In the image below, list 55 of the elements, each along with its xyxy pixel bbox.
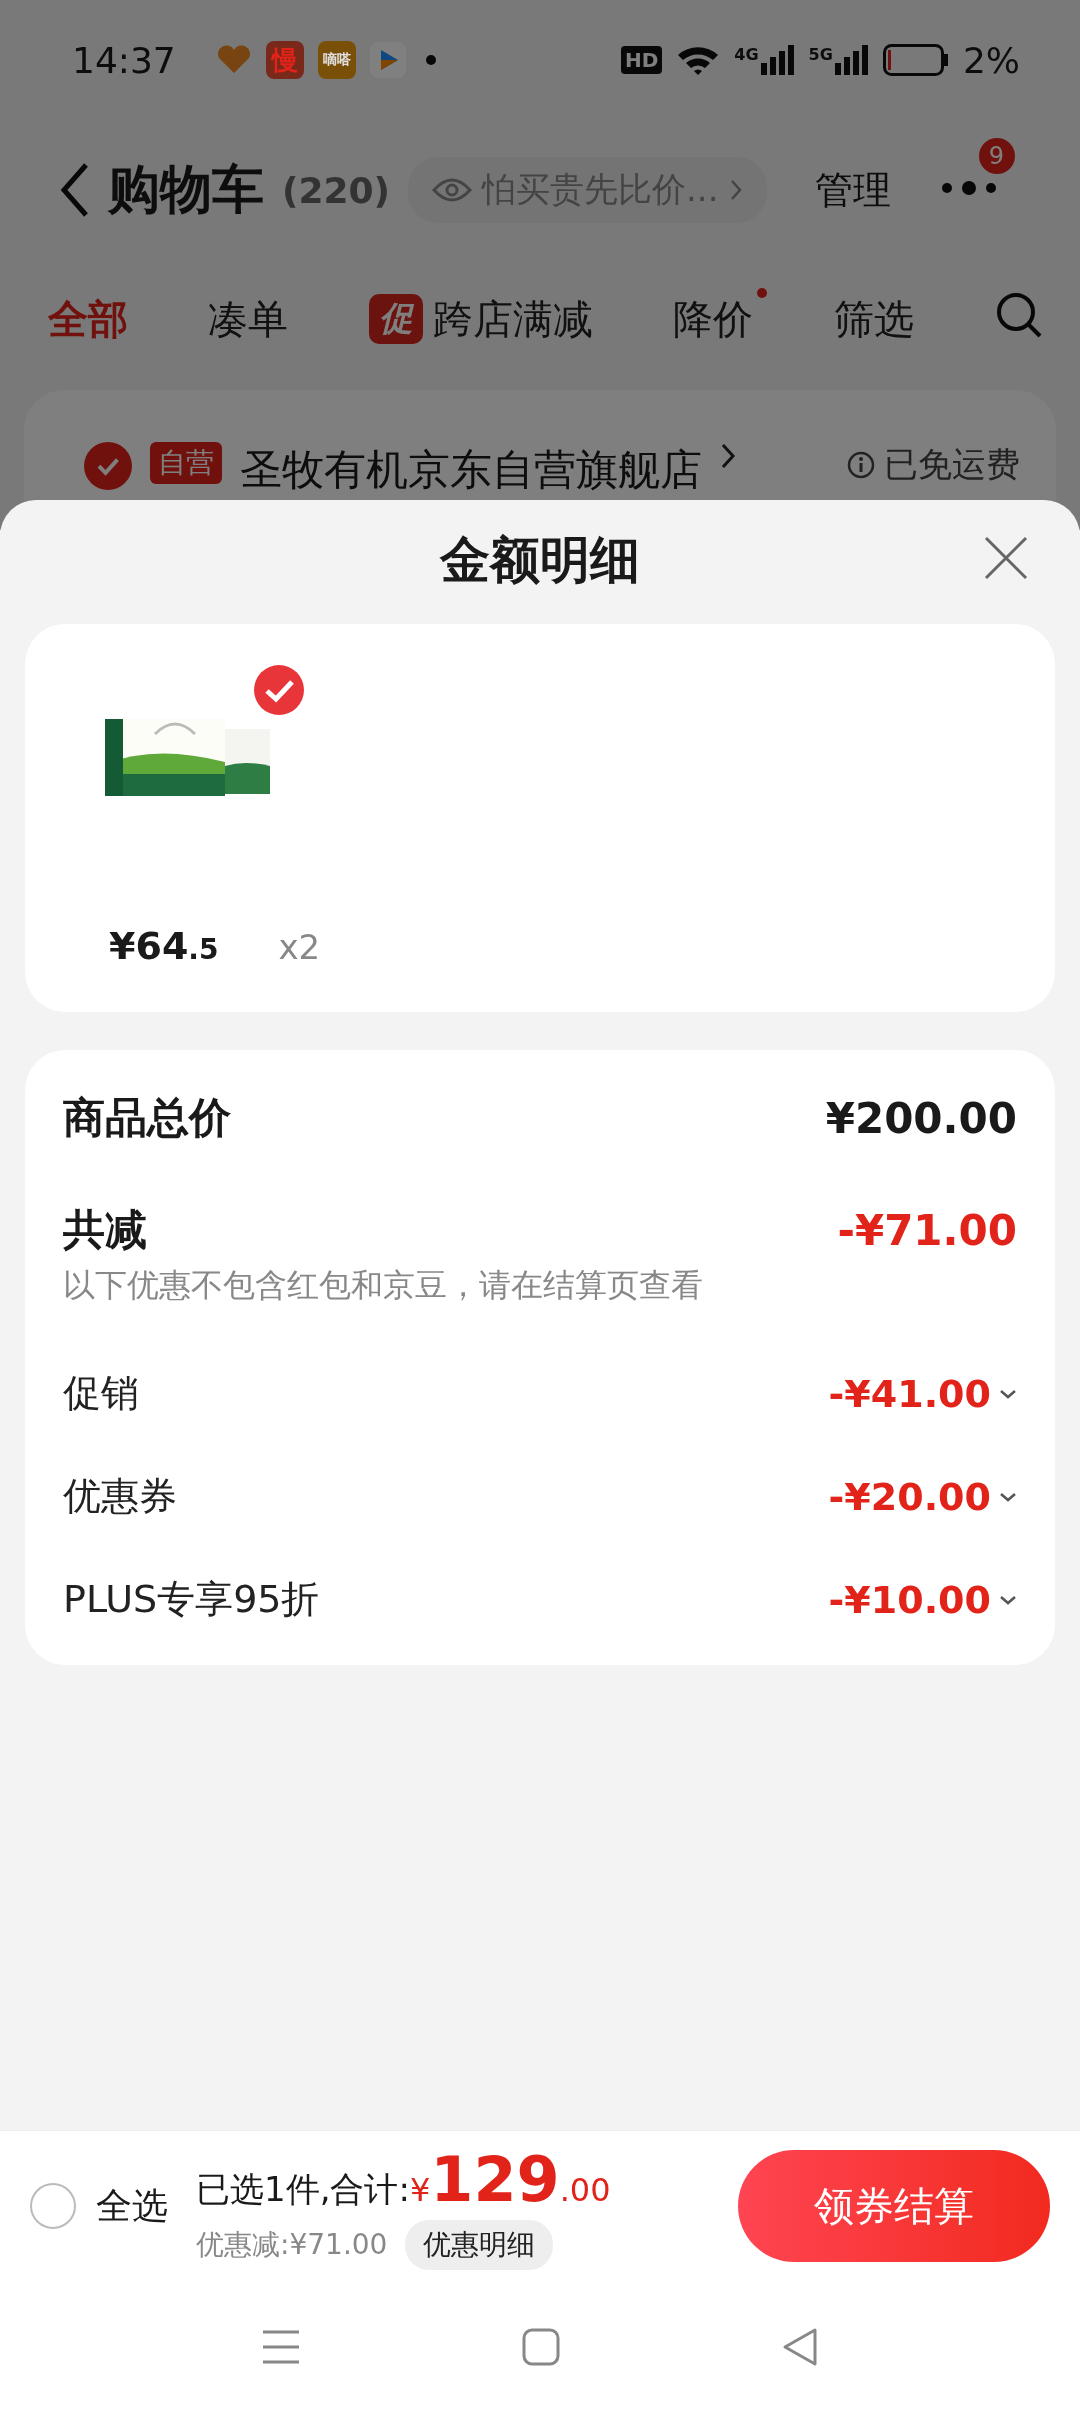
manage-link[interactable]: 管理: [814, 164, 891, 216]
discount-label: 促销: [63, 1370, 139, 1417]
chevron-right-icon: [728, 178, 743, 202]
chevron-right-icon: [720, 442, 736, 470]
eye-icon: [432, 176, 473, 204]
close-icon[interactable]: [982, 534, 1030, 582]
discount-amount[interactable]: -¥10.00: [828, 1577, 1017, 1622]
filter-tab[interactable]: 全部: [48, 283, 144, 347]
store-name[interactable]: 圣牧有机京东自营旗舰店: [240, 442, 702, 498]
app-icon: 慢: [265, 41, 304, 79]
total-line: 已选1件,合计:¥129.00: [196, 2142, 611, 2216]
play-app-icon: [369, 42, 406, 78]
chevron-down-icon: [999, 1387, 1017, 1400]
menu-icon[interactable]: [260, 2329, 301, 2365]
page-title: 购物车: [108, 158, 264, 221]
battery-icon: [882, 44, 949, 76]
checkbox[interactable]: [30, 2183, 76, 2229]
discount-detail-button[interactable]: 优惠明细: [405, 2219, 554, 2270]
info-icon: [846, 450, 876, 480]
clock: 14:37: [72, 39, 176, 81]
app-heart-icon: [215, 45, 252, 75]
filter-tab[interactable]: 凑单: [208, 283, 305, 347]
saved-amount: 优惠减:¥71.00: [196, 2226, 388, 2263]
sheet-title: 金额明细: [440, 529, 640, 591]
checkout-button[interactable]: 领券结算: [738, 2150, 1050, 2262]
checkbox[interactable]: [84, 442, 132, 490]
shipping-note: 已免运费: [884, 443, 1020, 486]
back-icon[interactable]: [781, 2327, 820, 2367]
select-all-label[interactable]: 全选: [96, 2181, 168, 2231]
unit-price: ¥64.5: [109, 924, 219, 968]
summary-label: 共减: [63, 1204, 147, 1256]
self-operated-tag: 自营: [150, 442, 222, 484]
filter-tab[interactable]: 筛选: [833, 283, 930, 347]
chevron-down-icon: [999, 1490, 1017, 1503]
chevron-down-icon: [999, 1593, 1017, 1606]
filter-tab[interactable]: 促 跨店满减: [368, 283, 609, 347]
item-count: (220): [282, 169, 391, 211]
summary-amount: ¥200.00: [825, 1093, 1017, 1143]
discount-label: PLUS专享95折: [63, 1576, 320, 1623]
discount-amount: -¥71.00: [837, 1205, 1017, 1255]
quantity: x2: [278, 927, 321, 967]
app-icon: 嘀嗒: [317, 41, 356, 79]
summary-label: 商品总价: [63, 1092, 231, 1144]
discount-amount[interactable]: -¥20.00: [828, 1474, 1017, 1519]
filter-tab[interactable]: 降价: [673, 283, 770, 347]
discount-label: 优惠券: [63, 1473, 177, 1520]
battery-percent: 2%: [962, 39, 1020, 81]
back-icon[interactable]: [60, 162, 90, 218]
more-notifications-icon: [425, 55, 436, 65]
discount-note: 以下优惠不包含红包和京豆，请在结算页查看: [63, 1265, 704, 1306]
notification-badge: 9: [978, 138, 1015, 174]
hd-icon: HD: [621, 46, 663, 74]
discount-amount[interactable]: -¥41.00: [828, 1371, 1017, 1416]
home-icon[interactable]: [522, 2328, 560, 2366]
promo-badge: 促: [368, 294, 423, 344]
